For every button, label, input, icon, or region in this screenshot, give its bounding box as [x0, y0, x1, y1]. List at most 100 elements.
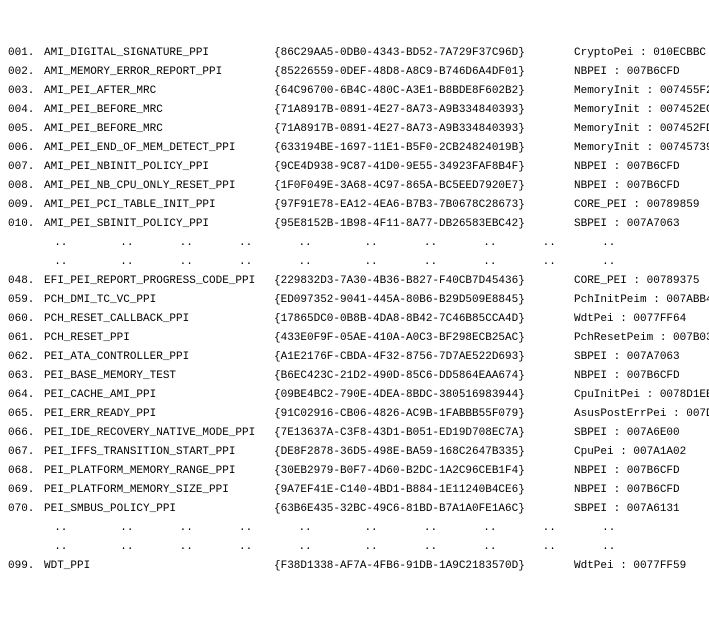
row-index: 048.	[8, 272, 44, 291]
row-index: 004.	[8, 101, 44, 120]
ppi-row: 010.AMI_PEI_SBINIT_POLICY_PPI{95E8152B-1…	[8, 215, 701, 234]
ppi-module: WdtPei : 0077FF59	[574, 557, 686, 576]
ppi-guid: {F38D1338-AF7A-4FB6-91DB-1A9C2183570D}	[274, 557, 574, 576]
row-index: 070.	[8, 500, 44, 519]
ppi-guid: {9A7EF41E-C140-4BD1-B884-1E11240B4CE6}	[274, 481, 574, 500]
ppi-module: NBPEI : 007B6CFD	[574, 63, 680, 82]
ppi-name: EFI_PEI_REPORT_PROGRESS_CODE_PPI	[44, 272, 274, 291]
ppi-name: AMI_DIGITAL_SIGNATURE_PPI	[44, 44, 274, 63]
row-index: 005.	[8, 120, 44, 139]
row-index: 061.	[8, 329, 44, 348]
ppi-row: 006.AMI_PEI_END_OF_MEM_DETECT_PPI{633194…	[8, 139, 701, 158]
ppi-module: MemoryInit : 007452EC	[574, 101, 709, 120]
ppi-name: AMI_PEI_PCI_TABLE_INIT_PPI	[44, 196, 274, 215]
ppi-guid: {7E13637A-C3F8-43D1-B051-ED19D708EC7A}	[274, 424, 574, 443]
ppi-row: 099.WDT_PPI{F38D1338-AF7A-4FB6-91DB-1A9C…	[8, 557, 701, 576]
ppi-module: NBPEI : 007B6CFD	[574, 367, 680, 386]
ppi-module: CORE_PEI : 00789859	[574, 196, 699, 215]
ppi-row: 002.AMI_MEMORY_ERROR_REPORT_PPI{85226559…	[8, 63, 701, 82]
row-index: 065.	[8, 405, 44, 424]
ppi-name: AMI_MEMORY_ERROR_REPORT_PPI	[44, 63, 274, 82]
ppi-module: NBPEI : 007B6CFD	[574, 462, 680, 481]
ppi-module: MemoryInit : 007455F2	[574, 82, 709, 101]
ppi-name: PCH_RESET_PPI	[44, 329, 274, 348]
row-index: 068.	[8, 462, 44, 481]
ppi-row: 065.PEI_ERR_READY_PPI{91C02916-CB06-4826…	[8, 405, 701, 424]
ppi-name: PCH_RESET_CALLBACK_PPI	[44, 310, 274, 329]
ppi-row: 005.AMI_PEI_BEFORE_MRC{71A8917B-0891-4E2…	[8, 120, 701, 139]
row-index: 006.	[8, 139, 44, 158]
ppi-module: SBPEI : 007A6131	[574, 500, 680, 519]
ppi-list: 001.AMI_DIGITAL_SIGNATURE_PPI{86C29AA5-0…	[8, 44, 701, 576]
ppi-name: PEI_BASE_MEMORY_TEST	[44, 367, 274, 386]
ppi-module: NBPEI : 007B6CFD	[574, 158, 680, 177]
ppi-row: 066.PEI_IDE_RECOVERY_NATIVE_MODE_PPI{7E1…	[8, 424, 701, 443]
ppi-module: SBPEI : 007A7063	[574, 348, 680, 367]
ellipsis-row: .. .. .. .. .. .. .. .. .. ..	[8, 538, 701, 557]
ppi-name: AMI_PEI_AFTER_MRC	[44, 82, 274, 101]
ppi-module: SBPEI : 007A7063	[574, 215, 680, 234]
ppi-guid: {433E0F9F-05AE-410A-A0C3-BF298ECB25AC}	[274, 329, 574, 348]
ppi-row: 003.AMI_PEI_AFTER_MRC{64C96700-6B4C-480C…	[8, 82, 701, 101]
ppi-row: 060.PCH_RESET_CALLBACK_PPI{17865DC0-0B8B…	[8, 310, 701, 329]
ppi-row: 048.EFI_PEI_REPORT_PROGRESS_CODE_PPI{229…	[8, 272, 701, 291]
row-index: 099.	[8, 557, 44, 576]
ppi-name: WDT_PPI	[44, 557, 274, 576]
row-index: 062.	[8, 348, 44, 367]
ppi-module: MemoryInit : 00745739	[574, 139, 709, 158]
ppi-guid: {64C96700-6B4C-480C-A3E1-B8BDE8F602B2}	[274, 82, 574, 101]
ppi-name: PEI_IFFS_TRANSITION_START_PPI	[44, 443, 274, 462]
ppi-guid: {71A8917B-0891-4E27-8A73-A9B334840393}	[274, 120, 574, 139]
ppi-row: 008.AMI_PEI_NB_CPU_ONLY_RESET_PPI{1F0F04…	[8, 177, 701, 196]
ppi-name: AMI_PEI_NBINIT_POLICY_PPI	[44, 158, 274, 177]
ppi-guid: {ED097352-9041-445A-80B6-B29D509E8845}	[274, 291, 574, 310]
ppi-guid: {09BE4BC2-790E-4DEA-8BDC-380516983944}	[274, 386, 574, 405]
ppi-module: SBPEI : 007A6E00	[574, 424, 680, 443]
ppi-module: PchResetPeim : 007B03DB	[574, 329, 709, 348]
ppi-guid: {97F91E78-EA12-4EA6-B7B3-7B0678C28673}	[274, 196, 574, 215]
ppi-guid: {17865DC0-0B8B-4DA8-8B42-7C46B85CCA4D}	[274, 310, 574, 329]
ellipsis-row: .. .. .. .. .. .. .. .. .. ..	[8, 234, 701, 253]
row-index: 010.	[8, 215, 44, 234]
ppi-row: 067.PEI_IFFS_TRANSITION_START_PPI{DE8F28…	[8, 443, 701, 462]
row-index: 008.	[8, 177, 44, 196]
ppi-name: PCH_DMI_TC_VC_PPI	[44, 291, 274, 310]
row-index: 064.	[8, 386, 44, 405]
row-index: 069.	[8, 481, 44, 500]
ppi-guid: {633194BE-1697-11E1-B5F0-2CB24824019B}	[274, 139, 574, 158]
ellipsis-row: .. .. .. .. .. .. .. .. .. ..	[8, 253, 701, 272]
ppi-name: PEI_PLATFORM_MEMORY_SIZE_PPI	[44, 481, 274, 500]
ppi-module: MemoryInit : 007452FD	[574, 120, 709, 139]
ppi-guid: {DE8F2878-36D5-498E-BA59-168C2647B335}	[274, 443, 574, 462]
ppi-row: 009.AMI_PEI_PCI_TABLE_INIT_PPI{97F91E78-…	[8, 196, 701, 215]
ppi-name: PEI_IDE_RECOVERY_NATIVE_MODE_PPI	[44, 424, 274, 443]
ppi-name: PEI_ERR_READY_PPI	[44, 405, 274, 424]
ppi-module: NBPEI : 007B6CFD	[574, 481, 680, 500]
ppi-row: 062.PEI_ATA_CONTROLLER_PPI{A1E2176F-CBDA…	[8, 348, 701, 367]
ppi-name: PEI_CACHE_AMI_PPI	[44, 386, 274, 405]
ppi-guid: {A1E2176F-CBDA-4F32-8756-7D7AE522D693}	[274, 348, 574, 367]
ppi-name: AMI_PEI_BEFORE_MRC	[44, 101, 274, 120]
ppi-row: 069.PEI_PLATFORM_MEMORY_SIZE_PPI{9A7EF41…	[8, 481, 701, 500]
ppi-row: 004.AMI_PEI_BEFORE_MRC{71A8917B-0891-4E2…	[8, 101, 701, 120]
ppi-module: NBPEI : 007B6CFD	[574, 177, 680, 196]
ppi-name: PEI_SMBUS_POLICY_PPI	[44, 500, 274, 519]
ppi-module: PchInitPeim : 007ABB46	[574, 291, 709, 310]
ppi-name: PEI_ATA_CONTROLLER_PPI	[44, 348, 274, 367]
ppi-guid: {B6EC423C-21D2-490D-85C6-DD5864EAA674}	[274, 367, 574, 386]
ppi-name: AMI_PEI_NB_CPU_ONLY_RESET_PPI	[44, 177, 274, 196]
ppi-guid: {9CE4D938-9C87-41D0-9E55-34923FAF8B4F}	[274, 158, 574, 177]
ppi-guid: {95E8152B-1B98-4F11-8A77-DB26583EBC42}	[274, 215, 574, 234]
ppi-name: AMI_PEI_SBINIT_POLICY_PPI	[44, 215, 274, 234]
row-index: 063.	[8, 367, 44, 386]
ppi-row: 061.PCH_RESET_PPI{433E0F9F-05AE-410A-A0C…	[8, 329, 701, 348]
ppi-module: CryptoPei : 010ECBBC	[574, 44, 706, 63]
ppi-row: 001.AMI_DIGITAL_SIGNATURE_PPI{86C29AA5-0…	[8, 44, 701, 63]
ppi-guid: {63B6E435-32BC-49C6-81BD-B7A1A0FE1A6C}	[274, 500, 574, 519]
row-index: 060.	[8, 310, 44, 329]
ppi-row: 063.PEI_BASE_MEMORY_TEST{B6EC423C-21D2-4…	[8, 367, 701, 386]
ppi-module: CORE_PEI : 00789375	[574, 272, 699, 291]
row-index: 067.	[8, 443, 44, 462]
ppi-module: WdtPei : 0077FF64	[574, 310, 686, 329]
row-index: 002.	[8, 63, 44, 82]
